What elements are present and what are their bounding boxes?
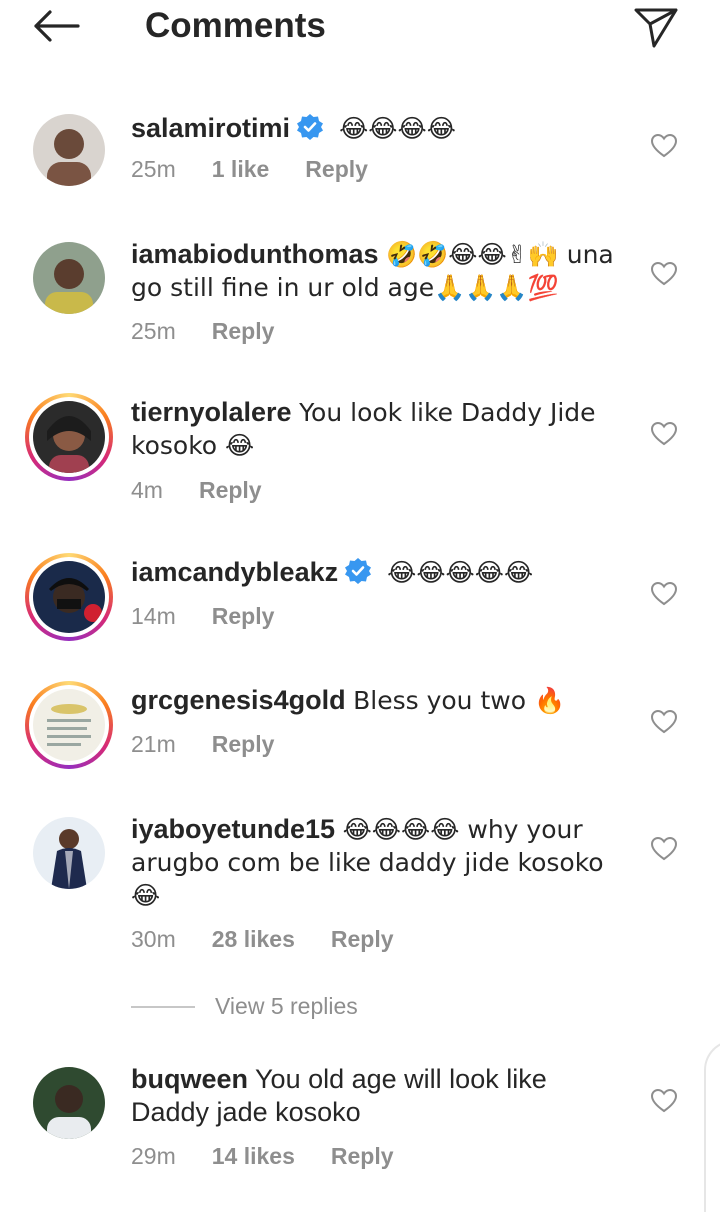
reply-button[interactable]: Reply xyxy=(331,924,394,954)
comment-time: 21m xyxy=(131,731,176,757)
comment-time: 4m xyxy=(131,477,163,503)
avatar[interactable] xyxy=(25,681,113,769)
reply-button[interactable]: Reply xyxy=(212,316,275,346)
comment-meta: 4m Reply xyxy=(131,475,298,505)
heart-icon[interactable] xyxy=(650,132,678,160)
comment-meta: 25m Reply xyxy=(131,316,310,346)
comment-text: 😂😂😂😂 xyxy=(339,114,456,143)
view-replies-button[interactable]: View 5 replies xyxy=(131,993,358,1023)
avatar[interactable] xyxy=(33,114,105,186)
comment-meta: 14m Reply xyxy=(131,601,310,631)
reply-button[interactable]: Reply xyxy=(305,154,368,184)
comment-username[interactable]: grcgenesis4gold xyxy=(131,685,346,715)
comment-likes[interactable]: 14 likes xyxy=(212,1141,295,1171)
heart-icon[interactable] xyxy=(650,260,678,288)
header: Comments xyxy=(0,0,720,60)
reply-button[interactable]: Reply xyxy=(331,1141,394,1171)
comment-text: Bless you two 🔥 xyxy=(353,686,566,715)
comment-username[interactable]: tiernyolalere xyxy=(131,397,292,427)
comment-time: 25m xyxy=(131,156,176,182)
comment-username[interactable]: iamabiodunthomas xyxy=(131,239,379,269)
verified-badge-icon xyxy=(297,114,324,140)
back-button[interactable] xyxy=(28,4,84,48)
comment-meta: 29m 14 likes Reply xyxy=(131,1141,430,1171)
view-replies-label: View 5 replies xyxy=(215,993,358,1019)
comment-username[interactable]: iyaboyetunde15 xyxy=(131,814,335,844)
heart-icon[interactable] xyxy=(650,708,678,736)
comment-meta: 30m 28 likes Reply xyxy=(131,924,430,954)
avatar[interactable] xyxy=(33,242,105,314)
comment-text: 😂😂😂😂😂 xyxy=(387,558,534,587)
comment-meta: 25m 1 like Reply xyxy=(131,154,404,184)
comment-likes[interactable]: 28 likes xyxy=(212,924,295,954)
verified-badge-icon xyxy=(345,558,372,584)
avatar[interactable] xyxy=(33,817,105,889)
avatar[interactable] xyxy=(33,1067,105,1139)
arrow-left-icon xyxy=(34,10,80,42)
page-title: Comments xyxy=(145,6,326,45)
comment-time: 25m xyxy=(131,318,176,344)
comment-likes[interactable]: 1 like xyxy=(212,154,270,184)
heart-icon[interactable] xyxy=(650,580,678,608)
reply-button[interactable]: Reply xyxy=(199,475,262,505)
replies-divider xyxy=(131,1005,195,1008)
reply-button[interactable]: Reply xyxy=(212,729,275,759)
paper-plane-icon xyxy=(634,8,678,48)
avatar[interactable] xyxy=(25,393,113,481)
comment-time: 30m xyxy=(131,926,176,952)
comment-username[interactable]: buqween xyxy=(131,1064,248,1094)
heart-icon[interactable] xyxy=(650,835,678,863)
heart-icon[interactable] xyxy=(650,420,678,448)
comment-time: 14m xyxy=(131,603,176,629)
reply-button[interactable]: Reply xyxy=(212,601,275,631)
comment-time: 29m xyxy=(131,1143,176,1169)
heart-icon[interactable] xyxy=(650,1087,678,1115)
comment-username[interactable]: iamcandybleakz xyxy=(131,557,338,587)
comment-username[interactable]: salamirotimi xyxy=(131,113,290,143)
scroll-edge xyxy=(704,1040,720,1212)
comment-meta: 21m Reply xyxy=(131,729,310,759)
share-button[interactable] xyxy=(630,2,682,50)
avatar[interactable] xyxy=(25,553,113,641)
